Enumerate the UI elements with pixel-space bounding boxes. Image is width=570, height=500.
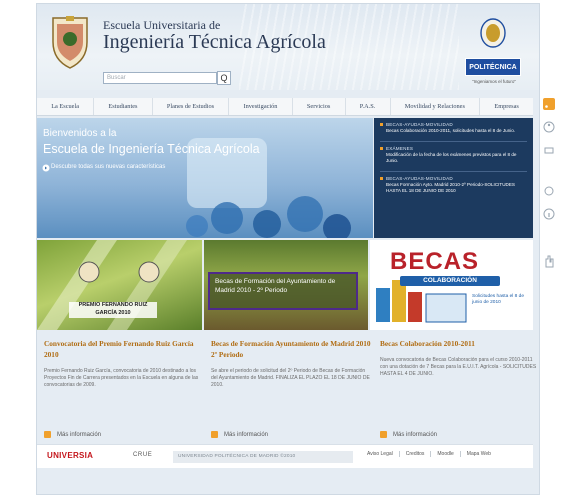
hero-banner[interactable]: Bienvenidos a la Escuela de Ingeniería T…	[37, 118, 373, 238]
news-text[interactable]: Becas Formación Ayto. Madrid 2010-2º Per…	[380, 182, 527, 194]
more-info-link[interactable]: Más información	[211, 431, 268, 438]
news-category: BECAS-AYUDAS-MOVILIDAD	[380, 122, 527, 127]
plus-icon	[211, 431, 218, 438]
hero-subtitle-link[interactable]: Descubre todas sus nuevas característica…	[51, 164, 165, 170]
news-category: EXÁMENES	[380, 146, 527, 151]
becas-subtitle: COLABORACIÓN	[400, 276, 500, 286]
column-text: Nueva convocatoria de Becas Colaboración…	[380, 357, 537, 377]
nav-item-movilidad[interactable]: Movilidad y Relaciones	[391, 98, 481, 115]
search-input[interactable]: Buscar	[103, 72, 217, 84]
footer-link-aviso-legal[interactable]: Aviso Legal	[367, 451, 400, 457]
hero-title-line1: Bienvenidos a la	[43, 128, 117, 139]
hero-title-line2: Escuela de Ingeniería Técnica Agrícola	[43, 142, 260, 156]
news-column: Convocatoria del Premio Fernando Ruiz Ga…	[44, 338, 204, 388]
settings-icon[interactable]	[543, 185, 555, 197]
hand-icon[interactable]	[543, 253, 555, 269]
divider	[380, 141, 527, 142]
footer-link-creditos[interactable]: Creditos	[406, 451, 432, 457]
footer-link-mapa-web[interactable]: Mapa Web	[467, 451, 497, 457]
upm-slogan: "Ingeniamos el futuro"	[472, 79, 516, 84]
news-column: Becas Colaboración 2010-2011 Nueva convo…	[380, 338, 540, 377]
panel-becas-ayuntamiento[interactable]: Becas de Formación del Ayuntamiento de M…	[204, 240, 368, 330]
column-text: Premio Fernando Ruiz García, convocatori…	[44, 368, 199, 388]
site-footer: UNIVERSIA CRUE UNIVERSIDAD POLITÉCNICA D…	[37, 444, 533, 468]
school-crest-logo[interactable]	[47, 14, 93, 72]
news-column: Becas de Formación Ayuntamiento de Madri…	[211, 338, 371, 388]
nav-item-empresas[interactable]: Empresas	[480, 98, 533, 115]
nav-item-planes-de-estudios[interactable]: Planes de Estudios	[153, 98, 230, 115]
panel-becas-colaboracion[interactable]: BECAS COLABORACIÓN Solicitudes hasta el …	[370, 240, 533, 330]
panel-premio-caption: PREMIO FERNANDO RUIZ GARCÍA 2010	[69, 302, 157, 318]
becas-deadline: Solicitudes hasta el 8 de junio de 2010	[472, 294, 524, 305]
news-item[interactable]: BECAS-AYUDAS-MOVILIDAD Becas Formación A…	[380, 176, 527, 194]
more-info-link[interactable]: Más información	[44, 431, 101, 438]
news-item[interactable]: BECAS-AYUDAS-MOVILIDAD Becas Colaboració…	[380, 122, 527, 134]
right-tool-rail	[543, 98, 563, 280]
column-title-link[interactable]: Convocatoria del Premio Fernando Ruiz Ga…	[44, 338, 204, 360]
news-sidebar: BECAS-AYUDAS-MOVILIDAD Becas Colaboració…	[374, 118, 533, 238]
nav-item-la-escuela[interactable]: La Escuela	[37, 98, 95, 115]
plus-icon	[380, 431, 387, 438]
info-icon[interactable]	[543, 208, 555, 220]
footer-copyright: UNIVERSIDAD POLITÉCNICA DE MADRID ©2010	[173, 451, 353, 463]
nav-item-pas[interactable]: P.A.S.	[346, 98, 391, 115]
plus-icon	[44, 431, 51, 438]
print-icon[interactable]	[543, 144, 555, 156]
nav-item-investigacion[interactable]: Investigación	[229, 98, 293, 115]
feature-panels: PREMIO FERNANDO RUIZ GARCÍA 2010 Becas d…	[37, 240, 533, 330]
upm-logo-button[interactable]: POLITÉCNICA	[465, 58, 521, 76]
school-name-title[interactable]: Ingeniería Técnica Agrícola	[103, 31, 326, 54]
panel-becas-ayuntamiento-caption: Becas de Formación del Ayuntamiento de M…	[208, 272, 358, 310]
more-info-label: Más información	[57, 431, 102, 438]
arrow-circle-icon	[42, 164, 50, 172]
more-info-label: Más información	[393, 431, 438, 438]
site-header: Escuela Universitaria de Ingeniería Técn…	[37, 4, 539, 90]
nav-item-estudiantes[interactable]: Estudiantes	[94, 98, 153, 115]
universia-logo[interactable]: UNIVERSIA	[47, 451, 93, 460]
divider	[380, 171, 527, 172]
search-button[interactable]: Q	[217, 71, 231, 85]
footer-links: Aviso Legal Creditos Moodle Mapa Web	[367, 451, 503, 457]
panel-premio[interactable]: PREMIO FERNANDO RUIZ GARCÍA 2010	[37, 240, 202, 330]
main-navigation: La Escuela Estudiantes Planes de Estudio…	[37, 98, 533, 116]
column-title-link[interactable]: Becas Colaboración 2010-2011	[380, 338, 540, 349]
column-text: Se abre el periodo de solicitud del 2º P…	[211, 368, 370, 388]
column-title-link[interactable]: Becas de Formación Ayuntamiento de Madri…	[211, 338, 371, 360]
footer-link-moodle[interactable]: Moodle	[437, 451, 461, 457]
upm-seal-icon	[480, 18, 506, 48]
rss-icon[interactable]	[543, 98, 555, 110]
news-item[interactable]: EXÁMENES Modificación de la fecha de los…	[380, 146, 527, 164]
more-info-label: Más información	[224, 431, 269, 438]
more-info-link[interactable]: Más información	[380, 431, 437, 438]
becas-title: BECAS	[390, 248, 480, 275]
news-text[interactable]: Becas Colaboración 2010-2011, solicitude…	[380, 128, 527, 134]
crue-logo[interactable]: CRUE	[133, 452, 152, 458]
news-category: BECAS-AYUDAS-MOVILIDAD	[380, 176, 527, 181]
news-text[interactable]: Modificación de la fecha de los exámenes…	[380, 152, 527, 164]
accessibility-icon[interactable]	[543, 121, 555, 133]
nav-item-servicios[interactable]: Servicios	[293, 98, 346, 115]
